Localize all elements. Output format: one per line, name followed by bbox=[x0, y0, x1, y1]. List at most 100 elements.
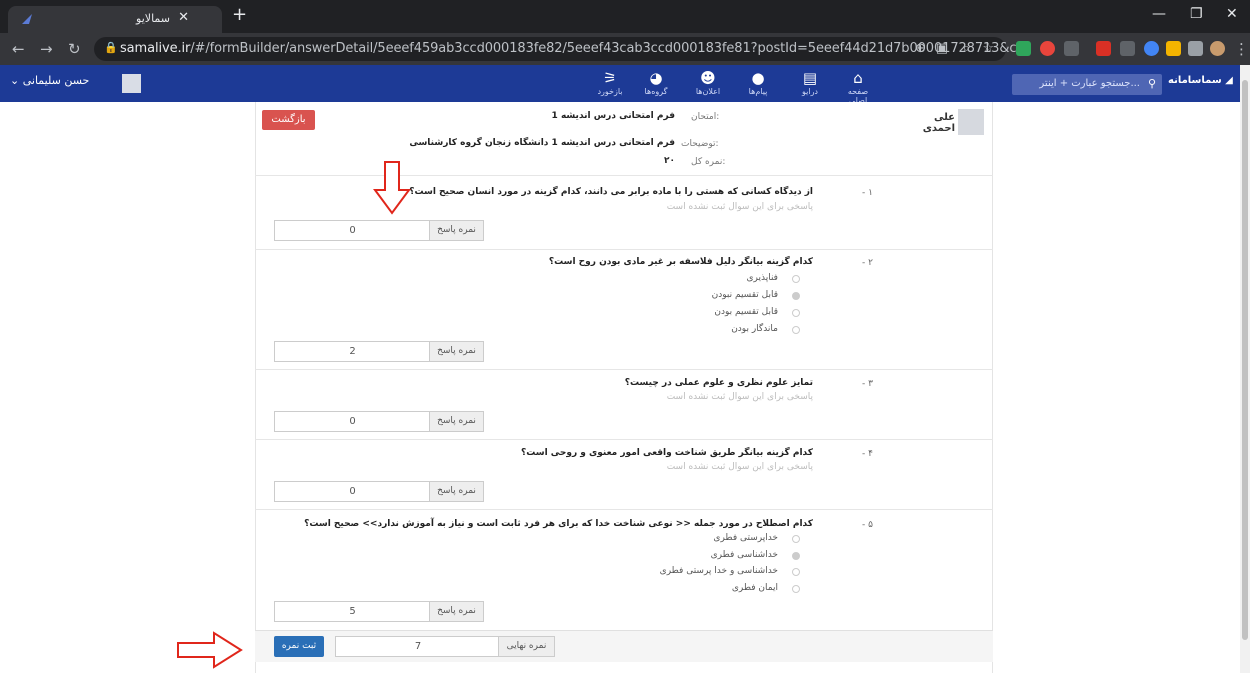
user-menu[interactable]: ⌄ حسن سلیمانی bbox=[10, 74, 89, 87]
nav-item-home[interactable]: ⌂ صفحه اصلی bbox=[838, 69, 878, 105]
extension-icon[interactable] bbox=[1166, 41, 1181, 56]
bookmark-star-icon[interactable]: ☆ bbox=[982, 41, 994, 56]
option-label: قابل تقسیم بودن bbox=[714, 307, 778, 317]
no-answer-text: پاسخی برای این سوال ثبت نشده است bbox=[666, 202, 813, 212]
option-radio-selected[interactable] bbox=[792, 552, 800, 560]
translate-icon[interactable]: ▣ bbox=[936, 41, 948, 56]
down-arrow-annotation-icon bbox=[373, 161, 411, 215]
score-addon-label: نمره پاسخ bbox=[429, 342, 483, 361]
option-radio[interactable] bbox=[792, 275, 800, 283]
answer-score-input[interactable]: 0 bbox=[275, 221, 430, 240]
exam-title: فرم امتحانی درس اندیشه 1 bbox=[551, 111, 675, 121]
no-answer-text: پاسخی برای این سوال ثبت نشده است bbox=[666, 462, 813, 472]
question-text: تمایز علوم نظری و علوم عملی در چیست؟ bbox=[624, 378, 813, 388]
home-icon: ⌂ bbox=[853, 69, 863, 87]
option-radio[interactable] bbox=[792, 535, 800, 543]
question-number: - ۱ bbox=[862, 188, 873, 198]
final-score-addon-label: نمره نهایی bbox=[498, 637, 554, 656]
nav-item-messages[interactable]: ● پیام‌ها bbox=[738, 69, 778, 96]
extension-icon[interactable] bbox=[1064, 41, 1079, 56]
question-number: - ۵ bbox=[862, 520, 873, 530]
question-number: - ۳ bbox=[862, 379, 873, 389]
answer-score-input[interactable]: 0 bbox=[275, 482, 430, 501]
site-favicon-icon bbox=[22, 14, 32, 24]
maximize-icon[interactable]: ❐ bbox=[1190, 6, 1203, 22]
exam-label: امتحان: bbox=[691, 112, 720, 122]
option-radio[interactable] bbox=[792, 568, 800, 576]
total-score-label: نمره کل: bbox=[691, 157, 726, 167]
menu-dots-icon[interactable]: ⋮ bbox=[1234, 40, 1249, 58]
puzzle-icon[interactable] bbox=[1188, 41, 1203, 56]
browser-tab-strip: سمالایو ✕ + — ❐ ✕ bbox=[0, 0, 1250, 33]
new-tab-icon[interactable]: + bbox=[232, 4, 247, 25]
answer-score-field[interactable]: 0 نمره پاسخ bbox=[274, 411, 484, 432]
avatar[interactable] bbox=[122, 74, 141, 93]
option-label: خداپرستی فطری bbox=[713, 533, 778, 543]
nav-item-groups[interactable]: ◕ گروه‌ها bbox=[636, 69, 676, 96]
author-name: علی احمدی bbox=[922, 112, 955, 134]
close-window-icon[interactable]: ✕ bbox=[1226, 6, 1238, 22]
minimize-icon[interactable]: — bbox=[1152, 6, 1166, 22]
option-radio-selected[interactable] bbox=[792, 292, 800, 300]
description-label: توضیحات: bbox=[681, 139, 719, 149]
groups-icon: ◕ bbox=[649, 69, 663, 87]
option-radio[interactable] bbox=[792, 585, 800, 593]
description-value: فرم امتحانی درس اندیشه 1 دانشگاه زنجان گ… bbox=[409, 138, 675, 148]
question-text: از دیدگاه کسانی که هستی را با ماده برابر… bbox=[409, 187, 813, 197]
option-radio[interactable] bbox=[792, 326, 800, 334]
url-text: samalive.ir/#/formBuilder/answerDetail/5… bbox=[120, 41, 1029, 56]
answer-score-input[interactable]: 5 bbox=[275, 602, 430, 621]
question-text: کدام گزینه بیانگر طریق شناخت واقعی امور … bbox=[520, 448, 813, 458]
zoom-icon[interactable]: ⌕ bbox=[963, 41, 970, 56]
extension-icon[interactable] bbox=[1120, 41, 1135, 56]
add-icon[interactable]: ⊕ bbox=[915, 41, 926, 56]
option-label: فناپذیری bbox=[746, 273, 778, 283]
chevron-down-icon: ⌄ bbox=[10, 74, 20, 87]
extension-icon[interactable] bbox=[1040, 41, 1055, 56]
search-input[interactable]: جستجو عبارت + اینتر... ⚲ bbox=[1012, 74, 1162, 95]
drive-icon: ▤ bbox=[802, 69, 818, 87]
browser-toolbar: ← → ↻ 🔒 samalive.ir/#/formBuilder/answer… bbox=[0, 33, 1250, 65]
address-bar[interactable]: 🔒 samalive.ir/#/formBuilder/answerDetail… bbox=[94, 37, 1029, 61]
score-addon-label: نمره پاسخ bbox=[429, 482, 483, 501]
nav-item-notifications[interactable]: ☻ اعلان‌ها bbox=[688, 69, 728, 96]
answer-score-field[interactable]: 5 نمره پاسخ bbox=[274, 601, 484, 622]
option-label: قابل تقسیم نبودن bbox=[711, 290, 778, 300]
nav-item-feedback[interactable]: ⚞ بازخورد bbox=[590, 69, 630, 96]
option-label: ماندگار بودن bbox=[731, 324, 778, 334]
site-navbar: ⌄ حسن سلیمانی ⚞ بازخورد ◕ گروه‌ها ☻ اعلا… bbox=[0, 65, 1250, 105]
option-radio[interactable] bbox=[792, 309, 800, 317]
site-logo[interactable]: سماسامانه ◢ bbox=[1168, 75, 1233, 86]
score-addon-label: نمره پاسخ bbox=[429, 602, 483, 621]
extension-icon[interactable] bbox=[1096, 41, 1111, 56]
question-text: کدام اصطلاح در مورد جمله << نوعی شناخت خ… bbox=[304, 519, 813, 529]
nav-item-drive[interactable]: ▤ درایو bbox=[790, 69, 830, 96]
answer-score-field[interactable]: 0 نمره پاسخ bbox=[274, 220, 484, 241]
extension-icon[interactable] bbox=[1144, 41, 1159, 56]
score-addon-label: نمره پاسخ bbox=[429, 221, 483, 240]
reload-icon[interactable]: ↻ bbox=[68, 40, 81, 58]
final-score-input[interactable]: 7 bbox=[336, 637, 500, 656]
final-score-field[interactable]: 7 نمره نهایی bbox=[335, 636, 555, 657]
question-number: - ۴ bbox=[862, 449, 873, 459]
forward-arrow-icon[interactable]: → bbox=[40, 40, 53, 58]
back-arrow-icon[interactable]: ← bbox=[12, 40, 25, 58]
no-answer-text: پاسخی برای این سوال ثبت نشده است bbox=[666, 392, 813, 402]
browser-tab[interactable]: سمالایو ✕ bbox=[8, 6, 222, 33]
close-tab-icon[interactable]: ✕ bbox=[178, 10, 189, 25]
question-number: - ۲ bbox=[862, 258, 873, 268]
answer-score-input[interactable]: 2 bbox=[275, 342, 430, 361]
scrollbar-thumb[interactable] bbox=[1242, 80, 1248, 640]
extension-icon[interactable] bbox=[1016, 41, 1031, 56]
profile-avatar[interactable] bbox=[1210, 41, 1225, 56]
right-arrow-annotation-icon bbox=[177, 631, 243, 669]
answer-score-field[interactable]: 0 نمره پاسخ bbox=[274, 481, 484, 502]
user-name: حسن سلیمانی bbox=[22, 74, 90, 87]
option-label: خداشناسی و خدا پرستی فطری bbox=[659, 566, 778, 576]
search-icon: ⚲ bbox=[1147, 77, 1156, 90]
answer-score-input[interactable]: 0 bbox=[275, 412, 430, 431]
submit-score-button[interactable]: ثبت نمره bbox=[274, 636, 324, 657]
back-button[interactable]: بازگشت bbox=[262, 110, 315, 130]
answer-score-field[interactable]: 2 نمره پاسخ bbox=[274, 341, 484, 362]
feedback-icon: ⚞ bbox=[603, 69, 617, 87]
